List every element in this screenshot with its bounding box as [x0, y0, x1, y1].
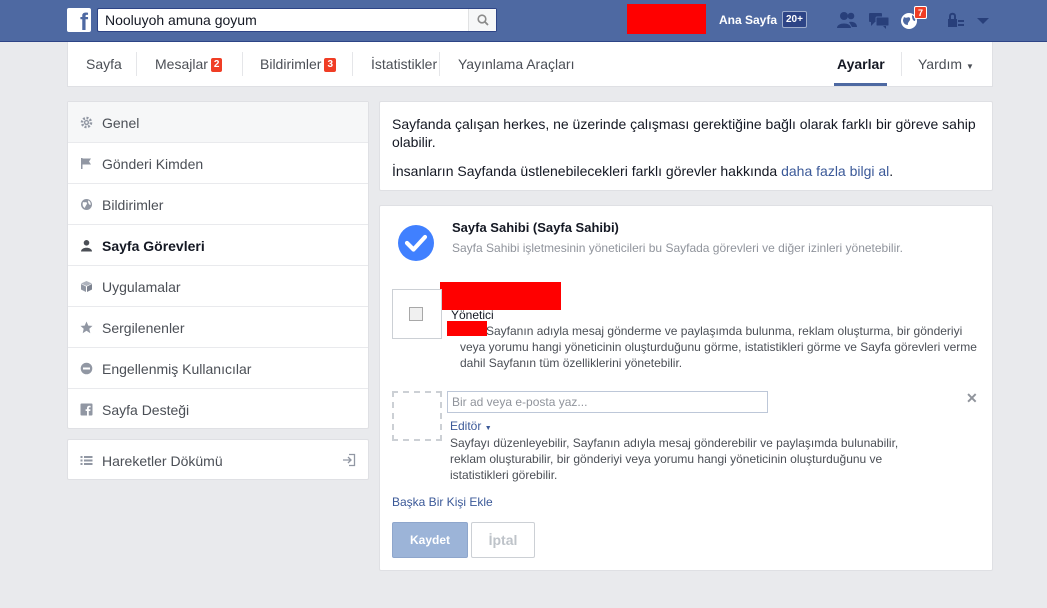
- search-input[interactable]: [98, 9, 468, 31]
- list-icon: [80, 456, 93, 465]
- person-avatar: [392, 289, 442, 339]
- tab-help[interactable]: Yardım ▼: [918, 42, 974, 86]
- sidebar-item-label: Engellenmiş Kullanıcılar: [102, 361, 252, 377]
- redacted-profile-name: [627, 4, 706, 34]
- privacy-lock-icon[interactable]: [945, 10, 967, 30]
- search-icon: [477, 14, 489, 26]
- search-box[interactable]: [97, 8, 497, 32]
- roles-info-text: Sayfanda çalışan herkes, ne üzerinde çal…: [392, 116, 976, 150]
- editor-role-description: Sayfayı düzenleyebilir, Sayfanın adıyla …: [450, 436, 899, 482]
- activity-log-label: Hareketler Dökümü: [102, 453, 223, 469]
- friend-requests-icon[interactable]: [836, 10, 858, 30]
- save-button[interactable]: Kaydet: [392, 522, 468, 558]
- block-icon: [80, 362, 93, 375]
- sidebar-item-label: Sayfa Görevleri: [102, 238, 205, 254]
- help-chevron-down-icon: ▼: [965, 62, 974, 71]
- account-menu-chevron-down-icon[interactable]: [972, 10, 994, 30]
- sidebar-item-label: Sayfa Desteği: [102, 402, 190, 418]
- nav-divider: [136, 52, 137, 76]
- sidebar-item-apps[interactable]: Uygulamalar: [68, 266, 368, 307]
- admin-role-description: Sayfanın adıyla mesaj gönderme ve paylaş…: [460, 324, 977, 370]
- sidebar-item-label: Gönderi Kimden: [102, 156, 204, 172]
- sidebar-item-page-support[interactable]: Sayfa Desteği: [68, 389, 368, 430]
- page-owner-title: Sayfa Sahibi (Sayfa Sahibi): [452, 220, 619, 235]
- redacted-person-name: [440, 282, 561, 310]
- top-bar: f Ana Sayfa 20+ 7: [0, 0, 1047, 42]
- tab-settings[interactable]: Ayarlar: [837, 42, 885, 86]
- globe-icon: [81, 199, 92, 210]
- search-button[interactable]: [468, 9, 496, 31]
- page-roles-info-panel: Sayfanda çalışan herkes, ne üzerinde çal…: [379, 101, 993, 191]
- tab-insights[interactable]: İstatistikler: [371, 42, 437, 86]
- roles-learn-more-text: İnsanların Sayfanda üstlenebilecekleri f…: [392, 163, 894, 179]
- learn-more-link[interactable]: daha fazla bilgi al: [781, 163, 889, 179]
- home-count-badge: 20+: [782, 11, 807, 28]
- cancel-button[interactable]: İptal: [471, 522, 535, 558]
- nav-divider: [439, 52, 440, 76]
- facebook-icon: [80, 403, 93, 416]
- active-tab-indicator: [834, 83, 887, 86]
- notifications-badge: 7: [914, 6, 928, 19]
- sidebar-item-general[interactable]: Genel: [68, 102, 368, 143]
- broken-image-icon: [409, 307, 423, 321]
- page-owner-description: Sayfa Sahibi işletmesinin yöneticileri b…: [452, 241, 903, 255]
- sidebar-item-featured[interactable]: Sergilenenler: [68, 307, 368, 348]
- flag-icon: [81, 158, 91, 169]
- chevron-down-icon: ▼: [484, 425, 492, 432]
- sidebar-item-label: Bildirimler: [102, 197, 164, 213]
- tab-publishing-tools[interactable]: Yayınlama Araçları: [458, 42, 574, 86]
- add-person-input[interactable]: [447, 391, 768, 413]
- new-person-avatar-placeholder: [392, 391, 442, 441]
- star-icon: [80, 321, 93, 334]
- sidebar-item-page-roles[interactable]: Sayfa Görevleri: [68, 225, 368, 266]
- tab-page[interactable]: Sayfa: [86, 42, 122, 86]
- nav-divider: [901, 52, 902, 76]
- sidebar-item-banned-users[interactable]: Engellenmiş Kullanıcılar: [68, 348, 368, 389]
- page-navigation: Sayfa Mesajlar 2 Bildirimler 3 İstatistikl…: [67, 42, 993, 87]
- role-select-dropdown[interactable]: Editör ▼: [450, 419, 492, 433]
- sidebar-item-post-attribution[interactable]: Gönderi Kimden: [68, 143, 368, 184]
- settings-sidebar: Genel Gönderi Kimden Bildirimler Sayfa G…: [67, 101, 369, 429]
- messages-count-badge: 2: [210, 58, 223, 72]
- tab-notifications[interactable]: Bildirimler 3: [260, 42, 337, 86]
- verified-owner-check-icon: [398, 225, 434, 261]
- activity-log-link[interactable]: Hareketler Dökümü: [67, 439, 369, 480]
- tab-messages[interactable]: Mesajlar 2: [155, 42, 223, 86]
- person-role-label: Yönetici: [451, 308, 494, 322]
- nav-divider: [242, 52, 243, 76]
- messages-icon[interactable]: [868, 10, 890, 30]
- sidebar-item-label: Uygulamalar: [102, 279, 181, 295]
- gear-icon: [80, 116, 93, 129]
- facebook-logo-icon[interactable]: f: [67, 8, 91, 32]
- sidebar-item-label: Sergilenenler: [102, 320, 185, 336]
- home-link[interactable]: Ana Sayfa: [719, 13, 777, 27]
- nav-divider: [352, 52, 353, 76]
- notifications-count-badge: 3: [324, 58, 337, 72]
- open-arrow-icon: [343, 453, 356, 467]
- close-icon[interactable]: ✕: [966, 390, 978, 407]
- person-icon: [81, 240, 92, 252]
- add-another-person-link[interactable]: Başka Bir Kişi Ekle: [392, 495, 493, 509]
- sidebar-item-notifications[interactable]: Bildirimler: [68, 184, 368, 225]
- page-roles-panel: Sayfa Sahibi (Sayfa Sahibi) Sayfa Sahibi…: [379, 205, 993, 571]
- sidebar-item-label: Genel: [102, 115, 140, 131]
- cube-icon: [81, 281, 92, 292]
